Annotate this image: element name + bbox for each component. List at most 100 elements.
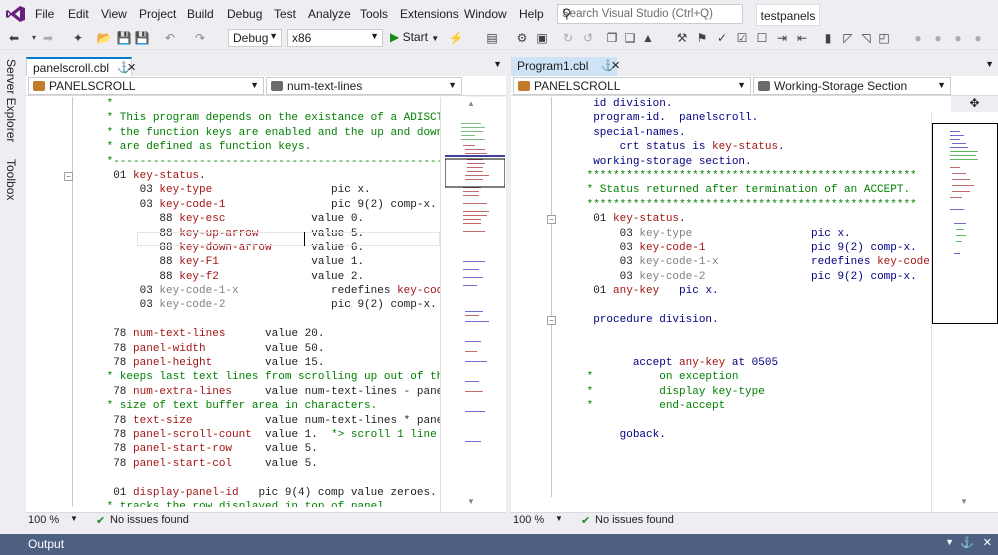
menu-analyze[interactable]: Analyze	[308, 7, 351, 21]
redo-icon[interactable]: ↷	[192, 30, 208, 46]
undo-icon[interactable]: ↶	[162, 30, 178, 46]
code-line[interactable]: * the function keys are enabled and the …	[67, 126, 441, 140]
zoom-level[interactable]: 100 %	[513, 514, 544, 526]
code-line[interactable]: * tracks the row displayed in top of pan…	[67, 500, 441, 507]
replace-icon[interactable]: ⚑	[694, 30, 710, 46]
tab-overflow-icon[interactable]: ▼	[985, 59, 994, 69]
right-member-dropdown[interactable]: Working-Storage Section ▼	[753, 77, 951, 95]
code-line[interactable]: id division.	[547, 97, 931, 111]
server-explorer-tab[interactable]: Server Explorer	[4, 59, 18, 142]
code-line[interactable]: * Status returned after termination of a…	[547, 183, 931, 197]
tab-overflow-icon[interactable]: ▼	[493, 59, 502, 69]
code-line[interactable]: 01 any-key pic x.	[547, 284, 931, 298]
menu-file[interactable]: File	[35, 7, 54, 21]
code-line[interactable]	[67, 313, 441, 327]
circle-icon[interactable]: ●	[970, 30, 986, 46]
navigate-back-icon[interactable]: ⬅	[6, 30, 22, 46]
save-icon[interactable]: 💾	[116, 30, 132, 46]
zoom-level[interactable]: 100 %	[28, 514, 59, 526]
diagnostics-icon[interactable]: ⚙	[514, 30, 530, 46]
code-line[interactable]: * display key-type	[547, 385, 931, 399]
code-line[interactable]: *	[67, 97, 441, 111]
menu-help[interactable]: Help	[519, 7, 544, 21]
scroll-up-icon[interactable]: ▲	[467, 99, 475, 108]
code-line[interactable]: 78 text-size value num-text-lines * pane…	[67, 414, 441, 428]
start-debugging-button[interactable]: ▶ Start ▼	[390, 30, 439, 46]
chevron-down-icon[interactable]: ▼	[70, 514, 78, 523]
code-line[interactable]: ****************************************…	[547, 169, 931, 183]
new-project-icon[interactable]: ✦	[70, 30, 86, 46]
code-line[interactable]: 03 key-type pic x.	[67, 183, 441, 197]
move-icon[interactable]: ▲	[640, 30, 656, 46]
open-file-icon[interactable]: 📂	[96, 30, 112, 46]
close-icon[interactable]: ✕	[127, 61, 136, 74]
navigate-forward-icon[interactable]: ➡	[40, 30, 56, 46]
code-line[interactable]: 78 panel-scroll-count value 1. *> scroll…	[67, 428, 441, 442]
code-line[interactable]: program-id. panelscroll.	[547, 111, 931, 125]
code-line[interactable]: 01 display-panel-id pic 9(4) comp value …	[67, 486, 441, 500]
save-all-icon[interactable]: 💾	[134, 30, 150, 46]
menu-extensions[interactable]: Extensions	[400, 7, 459, 21]
menu-view[interactable]: View	[101, 7, 127, 21]
code-line[interactable]: working-storage section.	[547, 155, 931, 169]
menu-test[interactable]: Test	[274, 7, 296, 21]
code-line[interactable]: * on exception	[547, 370, 931, 384]
close-icon[interactable]: ✕	[983, 536, 992, 549]
left-scope-dropdown[interactable]: PANELSCROLL ▼	[28, 77, 264, 95]
code-line[interactable]: * keeps last text lines from scrolling u…	[67, 370, 441, 384]
toolbox-tab[interactable]: Toolbox	[4, 159, 18, 200]
comment-icon[interactable]: ☑	[734, 30, 750, 46]
code-line[interactable]: * are defined as function keys.	[67, 140, 441, 154]
code-line[interactable]: ****************************************…	[547, 198, 931, 212]
split-window-button[interactable]: ✥	[951, 96, 998, 112]
scroll-down-icon[interactable]: ▼	[467, 497, 475, 506]
code-line[interactable]	[67, 471, 441, 485]
menu-build[interactable]: Build	[187, 7, 214, 21]
step-into-icon[interactable]: ↻	[560, 30, 576, 46]
code-line[interactable]: 03 key-code-1 pic 9(2) comp-x.	[67, 198, 441, 212]
outdent-icon[interactable]: ⇤	[794, 30, 810, 46]
tab-program1-cbl[interactable]: Program1.cbl ⚓ ✕	[511, 57, 620, 76]
menu-project[interactable]: Project	[139, 7, 176, 21]
code-line[interactable]: 03 key-code-1 pic 9(2) comp-x.	[547, 241, 931, 255]
search-input[interactable]: Search Visual Studio (Ctrl+Q) ⚲	[557, 4, 743, 24]
code-line[interactable]: *---------------------------------------…	[67, 155, 441, 169]
tab-panelscroll-cbl[interactable]: panelscroll.cbl ⚓ ✕	[26, 57, 136, 76]
camera-icon[interactable]: ▤	[484, 30, 500, 46]
code-line[interactable]	[547, 327, 931, 341]
code-line[interactable]: 01 key-status.	[547, 212, 931, 226]
code-line[interactable]: accept any-key at 0505	[547, 356, 931, 370]
left-code-editor[interactable]: * * This program depends on the existanc…	[67, 97, 441, 507]
search-icon[interactable]: ⚲	[562, 6, 739, 22]
clear-bookmarks-icon[interactable]: ◰	[876, 30, 892, 46]
circle-icon[interactable]: ●	[950, 30, 966, 46]
code-line[interactable]: 78 num-extra-lines value num-text-lines …	[67, 385, 441, 399]
code-line[interactable]: 03 key-code-2 pic 9(2) comp-x.	[547, 270, 931, 284]
code-line[interactable]: * This program depends on the existance …	[67, 111, 441, 125]
scroll-down-icon[interactable]: ▼	[960, 497, 968, 506]
code-line[interactable]: 78 panel-width value 50.	[67, 342, 441, 356]
browse-with-icon[interactable]: ⚡	[448, 30, 464, 46]
code-line[interactable]: 03 key-type pic x.	[547, 227, 931, 241]
right-code-editor[interactable]: id division. program-id. panelscroll. sp…	[547, 97, 931, 507]
issues-status[interactable]: No issues found	[595, 514, 674, 526]
code-line[interactable]: 78 panel-start-col value 5.	[67, 457, 441, 471]
chevron-down-icon[interactable]: ▼	[555, 514, 563, 523]
menu-window[interactable]: Window	[464, 7, 507, 21]
code-line[interactable]: 78 panel-height value 15.	[67, 356, 441, 370]
screenshot-icon[interactable]: ▣	[534, 30, 550, 46]
menu-tools[interactable]: Tools	[360, 7, 388, 21]
code-line[interactable]: 03 key-code-2 pic 9(2) comp-x.	[67, 298, 441, 312]
pin-icon[interactable]: ⚓	[960, 536, 974, 549]
chevron-down-icon[interactable]: ▼	[945, 537, 954, 547]
circle-icon[interactable]: ●	[910, 30, 926, 46]
bookmark-icon[interactable]: ▮	[820, 30, 836, 46]
find-icon[interactable]: ⚒	[674, 30, 690, 46]
indent-icon[interactable]: ⇥	[774, 30, 790, 46]
code-line[interactable]: 78 num-text-lines value 20.	[67, 327, 441, 341]
code-line[interactable]: procedure division.	[547, 313, 931, 327]
right-scope-dropdown[interactable]: PANELSCROLL ▼	[513, 77, 751, 95]
code-line[interactable]	[547, 414, 931, 428]
code-line[interactable]: 03 key-code-1-x redefines key-code-1	[547, 255, 931, 269]
uncomment-icon[interactable]: ☐	[754, 30, 770, 46]
